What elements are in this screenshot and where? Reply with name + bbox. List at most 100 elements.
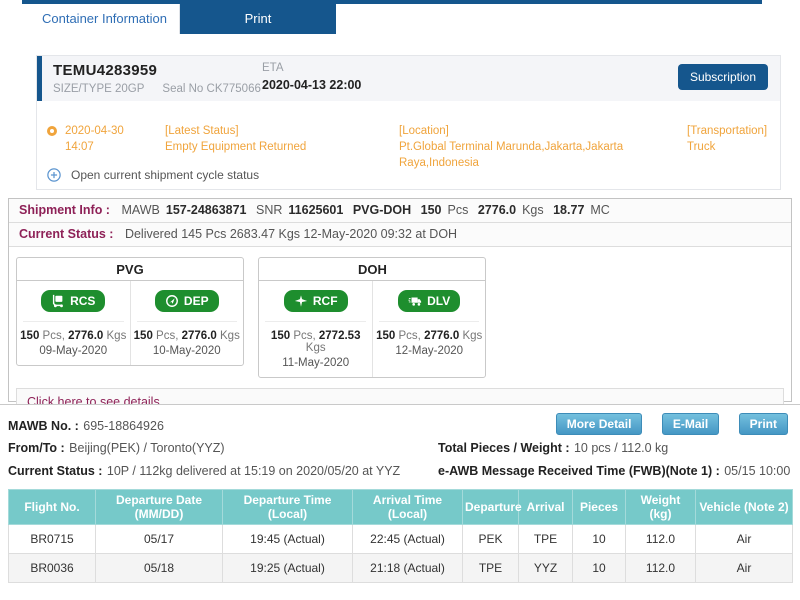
dep-pieces-unit: Pcs,: [156, 330, 178, 342]
flight-row-1: BR0715 05/17 19:45 (Actual) 22:45 (Actua…: [9, 525, 793, 554]
cell-flight-no: BR0715: [9, 525, 96, 554]
timeline-status: [Latest Status] Empty Equipment Returned: [165, 123, 395, 155]
flights-table: Flight No. Departure Date (MM/DD) Depart…: [8, 489, 793, 583]
cell-departure-date: 05/17: [96, 525, 223, 554]
snr-number: 11625601: [288, 203, 343, 217]
container-accent-bar: [37, 56, 42, 101]
milestone-box-origin: PVG RCS: [16, 257, 244, 366]
cell-departure-date: 05/18: [96, 554, 223, 583]
destination-airport-code: DOH: [259, 258, 485, 281]
rcs-date: 09-May-2020: [17, 345, 130, 357]
total-pieces-weight-value: 10 pcs / 112.0 kg: [574, 441, 668, 455]
print-button[interactable]: Print: [739, 413, 788, 435]
milestone-event-rcs: RCS 150 Pcs, 2776.0 Kgs 09-May-2020: [17, 281, 130, 365]
milestone-event-rcf: RCF 150 Pcs, 2772.53 Kgs 11-May-2020: [259, 281, 372, 377]
expand-plus-icon: [47, 168, 61, 182]
transportation-label: [Transportation]: [687, 123, 779, 139]
eta-label: ETA: [262, 62, 361, 74]
rcs-pieces: 150: [20, 330, 39, 342]
dlv-weight-unit: Kgs: [462, 330, 482, 342]
milestone-event-dlv: DLV 150 Pcs, 2776.0 Kgs 12-May-2020: [372, 281, 486, 377]
rcs-badge: RCS: [41, 290, 105, 312]
current-status-value: Delivered 145 Pcs 2683.47 Kgs 12-May-202…: [125, 227, 457, 241]
shipment-info-label: Shipment Info :: [19, 203, 110, 217]
total-weight: 2776.0: [478, 203, 516, 217]
shipment-info-row: Shipment Info : MAWB157-24863871 SNR1162…: [9, 199, 791, 223]
dlv-code: DLV: [427, 294, 450, 308]
mawb-label: MAWB: [121, 203, 159, 217]
open-cycle-status-link[interactable]: Open current shipment cycle status: [37, 167, 780, 185]
col-arrival-time: Arrival Time (Local): [353, 490, 463, 525]
rcf-weight-unit: Kgs: [306, 342, 326, 354]
rcs-pieces-unit: Pcs,: [43, 330, 65, 342]
more-detail-button[interactable]: More Detail: [556, 413, 643, 435]
col-departure-date: Departure Date (MM/DD): [96, 490, 223, 525]
awb-current-status-value: 10P / 112kg delivered at 15:19 on 2020/0…: [107, 464, 400, 478]
from-to-row: From/To : Beijing(PEK) / Toronto(YYZ) To…: [8, 437, 792, 459]
milestone-event-dep: DEP 150 Pcs, 2776.0 Kgs 10-May-2020: [130, 281, 244, 365]
eawb-value: 05/15 10:00: [724, 464, 790, 478]
open-cycle-status-text: Open current shipment cycle status: [71, 168, 259, 182]
cell-flight-no: BR0036: [9, 554, 96, 583]
total-pieces-weight-label: Total Pieces / Weight :: [438, 441, 570, 455]
cell-vehicle: Air: [696, 525, 793, 554]
tab-bar: Container Information Print: [30, 4, 336, 34]
mawb-no-label: MAWB No. :: [8, 419, 79, 433]
mawb-no-value: 695-18864926: [83, 419, 164, 433]
col-departure-time: Departure Time (Local): [223, 490, 353, 525]
shipment-tracking-page: Container Information Print TEMU4283959 …: [0, 0, 800, 600]
dlv-weight: 2776.0: [424, 330, 459, 342]
tab-container-information[interactable]: Container Information: [30, 4, 180, 34]
rcs-weight-unit: Kgs: [107, 330, 127, 342]
latest-status-label: [Latest Status]: [165, 123, 395, 139]
col-arrival: Arrival: [519, 490, 573, 525]
flights-header-row: Flight No. Departure Date (MM/DD) Depart…: [9, 490, 793, 525]
cell-vehicle: Air: [696, 554, 793, 583]
air-shipment-panel: Shipment Info : MAWB157-24863871 SNR1162…: [8, 198, 792, 402]
container-id-block: TEMU4283959 SIZE/TYPE 20GPSeal No CK7750…: [53, 62, 279, 95]
col-flight-no: Flight No.: [9, 490, 96, 525]
route: PVG-DOH: [353, 203, 411, 217]
dep-pieces: 150: [134, 330, 153, 342]
container-size-type: SIZE/TYPE 20GP: [53, 83, 144, 95]
subscription-button[interactable]: Subscription: [678, 64, 768, 90]
dlv-pieces-unit: Pcs,: [399, 330, 421, 342]
awb-current-status-label: Current Status :: [8, 464, 102, 478]
dep-date: 10-May-2020: [131, 345, 244, 357]
dlv-date: 12-May-2020: [373, 345, 486, 357]
timeline-event-row: 2020-04-30 14:07 [Latest Status] Empty E…: [37, 123, 780, 159]
eta-block: ETA 2020-04-13 22:00: [262, 62, 361, 92]
col-pieces: Pieces: [573, 490, 626, 525]
departure-icon: [165, 294, 179, 308]
pieces-unit: Pcs: [448, 203, 469, 217]
cell-arrival-time: 22:45 (Actual): [353, 525, 463, 554]
tab-print[interactable]: Print: [180, 4, 336, 34]
cell-departure-time: 19:25 (Actual): [223, 554, 353, 583]
awb-section: MAWB No. : 695-18864926 More Detail E-Ma…: [0, 404, 800, 600]
flight-row-2: BR0036 05/18 19:25 (Actual) 21:18 (Actua…: [9, 554, 793, 583]
cell-arrival: TPE: [519, 525, 573, 554]
container-card: TEMU4283959 SIZE/TYPE 20GPSeal No CK7750…: [36, 55, 781, 190]
location-label: [Location]: [399, 123, 684, 139]
cell-pieces: 10: [573, 525, 626, 554]
rcf-badge: RCF: [284, 290, 348, 312]
email-button[interactable]: E-Mail: [662, 413, 719, 435]
cell-departure: PEK: [463, 525, 519, 554]
timeline-dot-icon: [47, 126, 57, 136]
latest-status-value: Empty Equipment Returned: [165, 139, 395, 155]
from-to-label: From/To :: [8, 441, 65, 455]
rcf-pieces-unit: Pcs,: [293, 330, 315, 342]
milestone-box-destination: DOH RCF 150 Pcs, 2772.53 Kgs 11: [258, 257, 486, 378]
origin-airport-code: PVG: [17, 258, 243, 281]
dlv-pieces: 150: [376, 330, 395, 342]
container-card-header: TEMU4283959 SIZE/TYPE 20GPSeal No CK7750…: [37, 56, 780, 101]
total-pieces: 150: [421, 203, 442, 217]
delivery-truck-icon: [408, 294, 422, 308]
cell-departure-time: 19:45 (Actual): [223, 525, 353, 554]
col-weight: Weight (kg): [626, 490, 696, 525]
cell-arrival-time: 21:18 (Actual): [353, 554, 463, 583]
container-seal-no: Seal No CK775066: [162, 83, 260, 95]
volume-unit: MC: [590, 203, 609, 217]
awb-status-row: Current Status : 10P / 112kg delivered a…: [8, 459, 792, 483]
eta-value: 2020-04-13 22:00: [262, 78, 361, 92]
